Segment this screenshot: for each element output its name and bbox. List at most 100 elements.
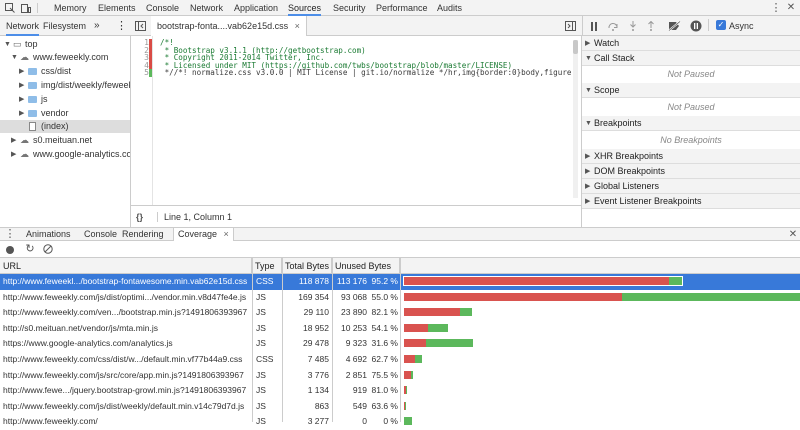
pause-icon[interactable]	[588, 20, 600, 32]
collapse-arrow-icon: ▼	[585, 116, 592, 131]
editor-scrollbar[interactable]	[573, 40, 578, 198]
pretty-print-icon[interactable]: {}	[136, 206, 143, 228]
expand-arrow-icon[interactable]: ▶	[11, 148, 16, 161]
column-divider	[400, 258, 401, 422]
tree-item-domain[interactable]: ▼ ☁ www.feweekly.com	[0, 51, 131, 64]
scrollbar-thumb[interactable]	[573, 40, 578, 54]
async-checkbox[interactable]: ✓	[716, 20, 726, 30]
more-tabs-icon[interactable]: »	[94, 16, 100, 36]
col-unused-bytes[interactable]: Unused Bytes	[332, 258, 400, 274]
row-url: http://www.feweekl.../bootstrap-fontawes…	[3, 274, 251, 289]
cloud-icon: ☁	[20, 148, 29, 161]
pause-on-exceptions-icon[interactable]	[689, 19, 702, 32]
expand-arrow-icon[interactable]: ▼	[4, 38, 11, 51]
coverage-marker	[149, 47, 152, 55]
device-toolbar-icon[interactable]	[20, 2, 32, 14]
row-unused-bytes: 113 176	[332, 274, 367, 289]
tree-label: vendor	[41, 107, 69, 120]
main-tab-elements[interactable]: Elements	[98, 0, 136, 16]
deactivate-breakpoints-icon[interactable]	[667, 20, 681, 32]
open-file-tab[interactable]: bootstrap-fonta....vab62e15d.css ×	[151, 16, 307, 36]
tab-console[interactable]: Console	[84, 228, 117, 241]
expand-arrow-icon[interactable]: ▶	[19, 107, 24, 120]
toggle-debugger-icon[interactable]	[564, 20, 576, 32]
close-drawer-icon[interactable]: ✕	[788, 229, 798, 240]
row-url: http://www.fewe.../jquery.bootstrap-grow…	[3, 383, 251, 398]
async-label: Async	[729, 16, 754, 36]
main-tab-sources[interactable]: Sources	[288, 0, 321, 16]
used-bytes-bar	[406, 386, 407, 394]
close-icon[interactable]: ✕	[786, 2, 796, 14]
row-total-bytes: 169 354	[282, 290, 329, 305]
tab-animations[interactable]: Animations	[26, 228, 71, 241]
tree-item-top[interactable]: ▼ ▭ top	[0, 38, 131, 51]
devtools-main-toolbar: Memory Elements Console Network Application S…	[0, 0, 800, 16]
drawer-menu-icon[interactable]: ⋮	[5, 229, 15, 240]
close-tab-icon[interactable]: ×	[295, 21, 300, 31]
sources-toolbar: Network Filesystem » ⋮ bootstrap-fonta..…	[0, 16, 800, 36]
used-bytes-bar	[428, 324, 448, 332]
expand-arrow-icon[interactable]: ▼	[11, 51, 18, 64]
step-into-icon[interactable]	[627, 20, 639, 32]
main-tab-network[interactable]: Network	[190, 0, 223, 16]
tree-item-folder[interactable]: ▶ vendor	[0, 107, 131, 120]
expand-arrow-icon[interactable]: ▶	[11, 134, 16, 147]
folder-icon	[28, 110, 37, 117]
col-type[interactable]: Type	[252, 258, 282, 274]
main-tab-audits[interactable]: Audits	[437, 0, 462, 16]
row-type: JS	[256, 321, 280, 336]
row-url: http://www.feweekly.com/js/src/core/app.…	[3, 368, 251, 383]
open-file-label: bootstrap-fonta....vab62e15d.css	[157, 21, 288, 31]
tree-label: (index)	[41, 120, 69, 133]
step-over-icon[interactable]	[606, 20, 620, 32]
col-total-bytes[interactable]: Total Bytes	[282, 258, 332, 274]
section-watch[interactable]: ▶Watch	[582, 36, 800, 51]
unused-bytes-bar	[404, 324, 428, 332]
tab-filesystem[interactable]: Filesystem	[43, 16, 86, 36]
step-out-icon[interactable]	[645, 20, 657, 32]
row-unused-percent: 54.1 %	[368, 321, 398, 336]
navigator-menu-icon[interactable]: ⋮	[116, 16, 127, 36]
tree-item-folder[interactable]: ▶ css/dist	[0, 65, 131, 78]
section-call-stack[interactable]: ▼Call Stack	[582, 51, 800, 66]
tab-coverage[interactable]: Coverage ×	[173, 228, 234, 241]
close-tab-icon[interactable]: ×	[224, 229, 229, 239]
tab-network[interactable]: Network	[6, 16, 39, 36]
main-tab-performance[interactable]: Performance	[376, 0, 428, 16]
section-dom-breakpoints[interactable]: ▶DOM Breakpoints	[582, 164, 800, 179]
toggle-navigator-icon[interactable]	[134, 20, 146, 32]
tree-item-folder[interactable]: ▶ img/dist/weekly/feweek	[0, 79, 131, 92]
coverage-marker	[149, 39, 152, 47]
main-tab-console[interactable]: Console	[146, 0, 179, 16]
main-tab-application[interactable]: Application	[234, 0, 278, 16]
used-bytes-bar	[415, 355, 422, 363]
tree-item-folder[interactable]: ▶ js	[0, 93, 131, 106]
divider	[157, 212, 158, 222]
section-title: Call Stack	[594, 53, 635, 63]
tree-item-file-selected[interactable]: (index)	[0, 120, 131, 133]
section-xhr-breakpoints[interactable]: ▶XHR Breakpoints	[582, 149, 800, 164]
section-event-listener-breakpoints[interactable]: ▶Event Listener Breakpoints	[582, 194, 800, 209]
main-tab-memory[interactable]: Memory	[54, 0, 87, 16]
section-breakpoints[interactable]: ▼Breakpoints	[582, 116, 800, 131]
row-total-bytes: 118 878	[282, 274, 329, 289]
row-url: http://www.feweekly.com/js/dist/optimi..…	[3, 290, 251, 305]
record-icon[interactable]	[6, 246, 14, 254]
section-global-listeners[interactable]: ▶Global Listeners	[582, 179, 800, 194]
expand-arrow-icon[interactable]: ▶	[19, 93, 24, 106]
expand-arrow-icon[interactable]: ▶	[19, 79, 24, 92]
clear-icon[interactable]	[42, 243, 54, 255]
tree-item-domain[interactable]: ▶ ☁ www.google-analytics.com	[0, 148, 131, 161]
tree-item-domain[interactable]: ▶ ☁ s0.meituan.net	[0, 134, 131, 147]
col-url[interactable]: URL	[0, 258, 252, 274]
row-type: JS	[256, 290, 280, 305]
inspect-element-icon[interactable]	[4, 2, 16, 14]
code-editor[interactable]: 1 2 3 4 5 /*! * Bootstrap v3.1.1 (http:/…	[131, 36, 582, 205]
main-tab-security[interactable]: Security	[333, 0, 366, 16]
section-scope[interactable]: ▼Scope	[582, 83, 800, 98]
code-line: *//*! normalize.css v3.0.0 | MIT License…	[160, 69, 571, 77]
tab-rendering[interactable]: Rendering	[122, 228, 164, 241]
expand-arrow-icon[interactable]: ▶	[19, 65, 24, 78]
more-options-icon[interactable]: ⋮	[771, 2, 781, 14]
reload-icon[interactable]: ↻	[24, 243, 36, 255]
